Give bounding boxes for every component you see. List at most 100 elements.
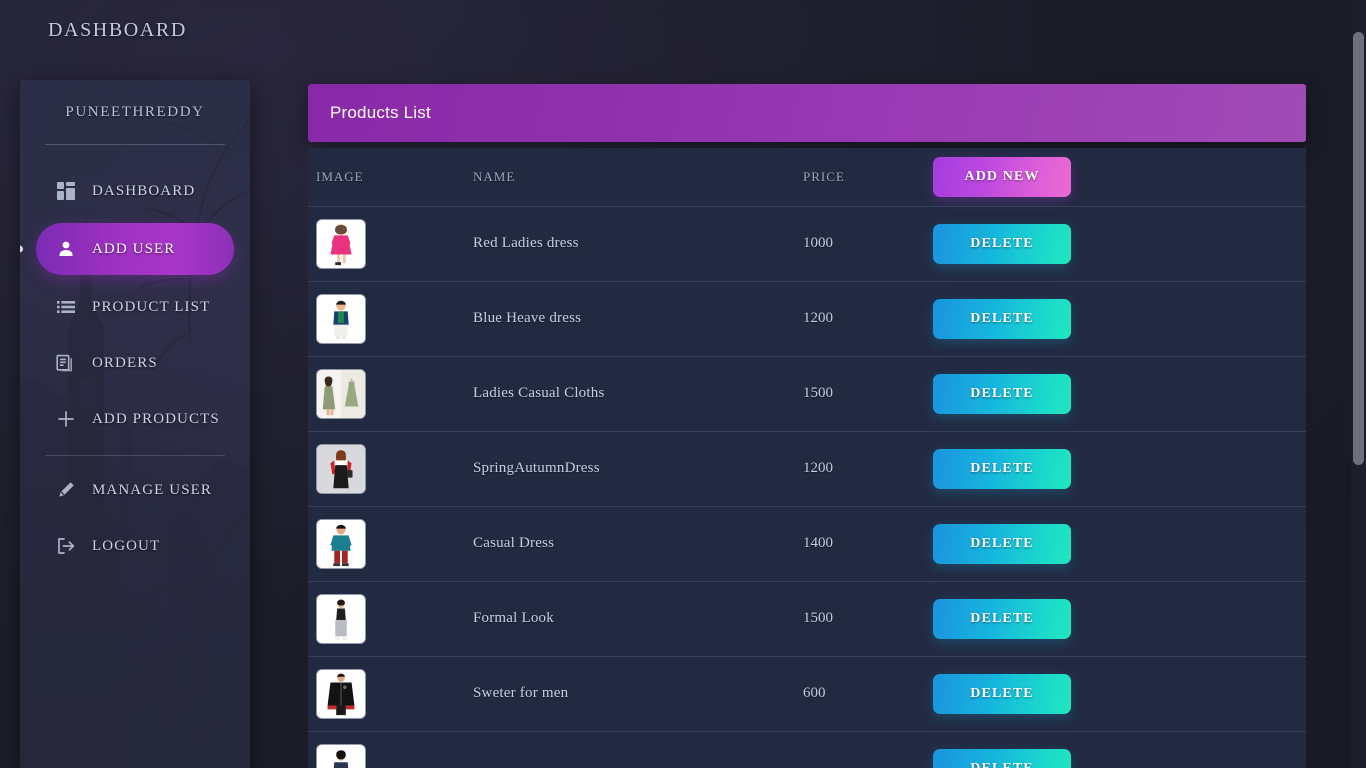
cell-actions: DELETE [931, 205, 1306, 281]
cell-actions: DELETE [931, 505, 1306, 581]
delete-button[interactable]: DELETE [933, 373, 1071, 414]
sidebar-nav-divider [45, 455, 225, 456]
plus-icon [56, 409, 92, 429]
cell-image [308, 580, 473, 656]
sidebar: PUNEETHREDDY DASHBOARD ADD USER PRODUCT … [20, 80, 250, 768]
cell-actions: DELETE [931, 580, 1306, 656]
list-icon [56, 297, 92, 317]
user-icon [56, 239, 92, 259]
products-table: IMAGE NAME PRICE ADD NEW Red Ladies dres… [308, 148, 1306, 768]
sidebar-item-add-products[interactable]: ADD PRODUCTS [20, 393, 250, 445]
cell-name: Sweter for men [473, 655, 803, 731]
blue-boy-thumb [316, 293, 366, 344]
grid-icon [56, 181, 92, 201]
delete-button[interactable]: DELETE [933, 598, 1071, 639]
page-scrollbar-thumb[interactable] [1353, 32, 1364, 465]
dashboard-page: DASHBOARD PUNEETHREDDY DASHBOARD ADD USE… [0, 0, 1366, 768]
top-header: DASHBOARD [0, 0, 1358, 60]
table-body: Red Ladies dress 1000 DELETE Blue Heave … [308, 205, 1306, 768]
delete-button[interactable]: DELETE [933, 448, 1071, 489]
logout-icon [56, 536, 92, 556]
cell-image [308, 355, 473, 431]
pink-dress-thumb [316, 218, 366, 269]
cell-price: 1500 [803, 580, 931, 656]
delete-button[interactable]: DELETE [933, 748, 1071, 768]
column-header-name: NAME [473, 168, 516, 184]
table-head: IMAGE NAME PRICE ADD NEW [308, 148, 1306, 206]
delete-button[interactable]: DELETE [933, 298, 1071, 339]
sidebar-brand: PUNEETHREDDY [65, 103, 205, 120]
sidebar-item-label: ORDERS [92, 354, 158, 371]
cell-name: SpringAutumnDress [473, 430, 803, 506]
column-header-price: PRICE [803, 168, 845, 184]
cell-actions: DELETE [931, 430, 1306, 506]
grey-casual-thumb [316, 593, 366, 644]
table-row[interactable]: Sweter for men 600 DELETE [308, 655, 1306, 731]
delete-button[interactable]: DELETE [933, 223, 1071, 264]
sidebar-item-label: ADD USER [92, 240, 176, 257]
partial-thumb [316, 743, 366, 768]
sidebar-item-manage-user[interactable]: MANAGE USER [20, 464, 250, 516]
column-header-image: IMAGE [316, 168, 364, 184]
green-dress-thumb [316, 368, 366, 419]
cell-price: 600 [803, 655, 931, 731]
cell-actions: DELETE [931, 280, 1306, 356]
sidebar-item-label: PRODUCT LIST [92, 298, 211, 315]
sidebar-item-product-list[interactable]: PRODUCT LIST [20, 281, 250, 333]
cell-name: Casual Dress [473, 505, 803, 581]
cell-actions: DELETE [931, 655, 1306, 731]
panel-title: Products List [330, 103, 431, 122]
active-indicator-dot [20, 245, 23, 253]
table-row[interactable]: Ladies Casual Cloths 1500 DELETE [308, 355, 1306, 431]
table-row[interactable]: Blue Heave dress 1200 DELETE [308, 280, 1306, 356]
sidebar-item-label: DASHBOARD [92, 182, 196, 199]
cell-price: 1400 [803, 505, 931, 581]
sidebar-item-orders[interactable]: ORDERS [20, 337, 250, 389]
table-row[interactable]: SpringAutumnDress 1200 DELETE [308, 430, 1306, 506]
pencil-icon [56, 480, 92, 500]
cell-price: 1200 [803, 280, 931, 356]
add-new-button[interactable]: ADD NEW [933, 156, 1071, 197]
cell-price: 1200 [803, 430, 931, 506]
cell-name [473, 730, 803, 768]
cell-price [803, 730, 931, 768]
cell-image [308, 505, 473, 581]
sidebar-item-add-user[interactable]: ADD USER [20, 223, 234, 275]
sidebar-item-logout[interactable]: LOGOUT [20, 520, 250, 572]
sidebar-nav: DASHBOARD ADD USER PRODUCT LIST ORDERS A… [20, 145, 250, 572]
cell-image [308, 280, 473, 356]
sidebar-item-dashboard[interactable]: DASHBOARD [20, 165, 250, 217]
page-title: DASHBOARD [48, 18, 187, 41]
cell-image [308, 205, 473, 281]
table-row[interactable]: Red Ladies dress 1000 DELETE [308, 205, 1306, 281]
document-icon [56, 353, 92, 373]
panel-header: Products List [308, 84, 1306, 142]
delete-button[interactable]: DELETE [933, 673, 1071, 714]
cell-image [308, 730, 473, 768]
cell-image [308, 430, 473, 506]
cell-image [308, 655, 473, 731]
cell-name: Blue Heave dress [473, 280, 803, 356]
table-row[interactable]: Casual Dress 1400 DELETE [308, 505, 1306, 581]
column-header-actions: ADD NEW [931, 148, 1306, 206]
sidebar-item-label: ADD PRODUCTS [92, 410, 220, 427]
sidebar-item-label: LOGOUT [92, 537, 161, 554]
black-red-dress-thumb [316, 443, 366, 494]
cell-actions: DELETE [931, 355, 1306, 431]
cell-actions: DELETE [931, 730, 1306, 768]
page-scrollbar-track[interactable] [1351, 0, 1366, 768]
cell-name: Ladies Casual Cloths [473, 355, 803, 431]
table-row[interactable]: Formal Look 1500 DELETE [308, 580, 1306, 656]
delete-button[interactable]: DELETE [933, 523, 1071, 564]
cell-name: Red Ladies dress [473, 205, 803, 281]
cell-price: 1000 [803, 205, 931, 281]
table-row[interactable]: DELETE [308, 730, 1306, 768]
main-panel: Products List IMAGE NAME PRICE ADD NEW R… [308, 84, 1306, 768]
cell-price: 1500 [803, 355, 931, 431]
table-header-row: IMAGE NAME PRICE ADD NEW [308, 148, 1306, 206]
cell-name: Formal Look [473, 580, 803, 656]
black-jacket-thumb [316, 668, 366, 719]
sidebar-item-label: MANAGE USER [92, 481, 213, 498]
panel-body: IMAGE NAME PRICE ADD NEW Red Ladies dres… [308, 148, 1306, 768]
teal-kurta-thumb [316, 518, 366, 569]
